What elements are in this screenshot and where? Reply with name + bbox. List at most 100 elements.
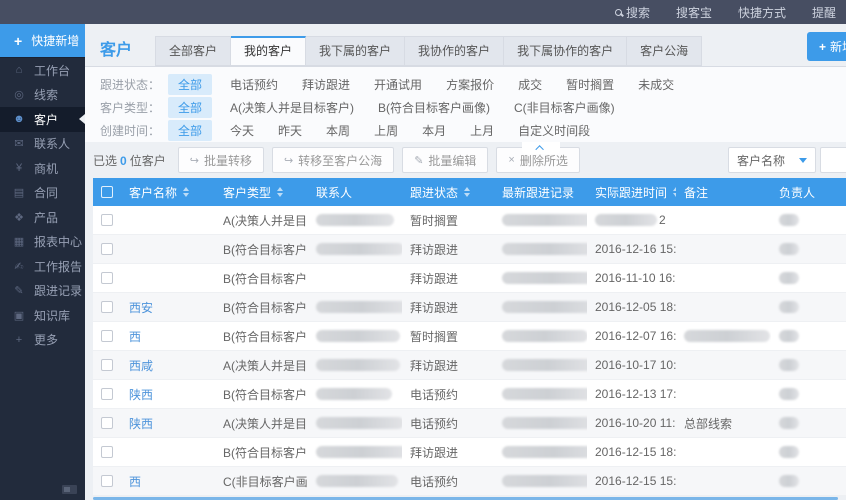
cell-owner: [771, 351, 846, 379]
cell-followup-time: 2016-12-16 15:56: [595, 242, 676, 256]
tab-subordinate-collaborating-customers[interactable]: 我下属协作的客户: [504, 36, 628, 66]
sidebar-item-more[interactable]: + 更多: [0, 328, 85, 353]
customer-name-link[interactable]: [129, 446, 207, 459]
search-input[interactable]: [820, 147, 846, 173]
filter-option[interactable]: 昨天: [278, 122, 302, 139]
topbar-item-search[interactable]: 搜索: [614, 4, 650, 21]
filter-option[interactable]: 上月: [470, 122, 494, 139]
row-checkbox[interactable]: [101, 417, 113, 429]
sort-icon[interactable]: [464, 187, 471, 197]
filter-option[interactable]: 暂时搁置: [566, 76, 614, 93]
filter-option[interactable]: 本周: [326, 122, 350, 139]
sidebar-item-contracts[interactable]: ▤ 合同: [0, 181, 85, 206]
cell-customer-type: B(符合目标客户...: [223, 445, 308, 460]
row-checkbox[interactable]: [101, 446, 113, 458]
cell-note: [676, 322, 771, 350]
row-checkbox[interactable]: [101, 301, 113, 313]
quick-add-button[interactable]: + 快捷新增: [0, 24, 85, 58]
row-checkbox[interactable]: [101, 359, 113, 371]
customer-name-link[interactable]: 西咸: [129, 357, 207, 374]
customer-name-link[interactable]: 陕西: [129, 386, 207, 403]
sidebar-item-knowledge-base[interactable]: ▣ 知识库: [0, 303, 85, 328]
customer-name-link[interactable]: [129, 272, 207, 285]
customer-name-link[interactable]: [129, 214, 207, 227]
filter-row-create-time: 创建时间： 全部 今天 昨天 本周 上周 本月 上月 自定义时间段: [100, 120, 846, 141]
new-customer-button[interactable]: +新增: [806, 32, 846, 61]
filter-option[interactable]: 拜访跟进: [302, 76, 350, 93]
filter-option[interactable]: 未成交: [638, 76, 674, 93]
filter-option[interactable]: 成交: [518, 76, 542, 93]
transfer-to-public-sea-button[interactable]: ↪ 转移至客户公海: [271, 147, 395, 173]
sidebar-item-leads[interactable]: ◎ 线索: [0, 83, 85, 108]
sidebar-item-workbench[interactable]: ⌂ 工作台: [0, 58, 85, 83]
column-label: 跟进状态: [410, 185, 459, 200]
row-checkbox[interactable]: [101, 272, 113, 284]
customer-name-link[interactable]: 西: [129, 473, 207, 490]
cell-followup-time: 2016-12-05 18:06: [595, 300, 676, 314]
column-header-customer-name[interactable]: 客户名称: [121, 178, 215, 206]
sidebar-item-followup-records[interactable]: ✎ 跟进记录: [0, 279, 85, 304]
row-checkbox[interactable]: [101, 475, 113, 487]
tab-customer-public-sea[interactable]: 客户公海: [627, 36, 703, 66]
sidebar-item-customers[interactable]: ☻ 客户: [0, 107, 85, 132]
customers-icon: ☻: [13, 113, 25, 126]
customer-name-link[interactable]: 陕西: [129, 415, 207, 432]
sort-up-arrow: [277, 187, 284, 191]
sidebar-item-products[interactable]: ❖ 产品: [0, 205, 85, 230]
tab-subordinate-customers[interactable]: 我下属的客户: [306, 36, 406, 66]
column-header-actual-followup-time[interactable]: 实际跟进时间: [587, 178, 676, 206]
column-header-select-all[interactable]: [93, 178, 121, 206]
customer-name-link[interactable]: 西: [129, 328, 203, 345]
sidebar: + 快捷新增 ⌂ 工作台 ◎ 线索 ☻ 客户 ✉ 联系人 ¥ 商机 ▤ 合同 ❖ 产品 ▦ 报表中心 ✍ 工作报告…: [0, 24, 85, 500]
sidebar-item-label: 更多: [34, 333, 59, 348]
filter-option[interactable]: 全部: [168, 74, 213, 95]
search-field-select[interactable]: 客户名称: [728, 147, 816, 173]
row-checkbox[interactable]: [101, 214, 113, 226]
filter-row-followup-status: 跟进状态： 全部 电话预约 拜访跟进 开通试用 方案报价 成交 暂时搁置 未成交: [100, 74, 846, 95]
cell-select: [93, 380, 121, 408]
sort-icon[interactable]: [183, 187, 190, 197]
filter-option[interactable]: 今天: [230, 122, 254, 139]
filter-option[interactable]: 全部: [168, 120, 213, 141]
sidebar-item-report-center[interactable]: ▦ 报表中心: [0, 230, 85, 255]
column-header-customer-type[interactable]: 客户类型: [215, 178, 308, 206]
cell-latest-record: ...: [494, 206, 587, 234]
select-all-checkbox[interactable]: [101, 186, 113, 198]
row-checkbox[interactable]: [101, 330, 113, 342]
tab-collaborating-customers[interactable]: 我协作的客户: [405, 36, 505, 66]
batch-edit-button[interactable]: ✎ 批量编辑: [402, 147, 489, 173]
redacted-owner: [779, 359, 799, 371]
row-checkbox[interactable]: [101, 388, 113, 400]
knowledge-icon: ▣: [13, 309, 25, 322]
sidebar-item-label: 合同: [34, 186, 59, 201]
customer-name-link[interactable]: [129, 243, 207, 256]
sidebar-item-contacts[interactable]: ✉ 联系人: [0, 132, 85, 157]
tab-all-customers[interactable]: 全部客户: [155, 36, 232, 66]
filter-option[interactable]: 本月: [422, 122, 446, 139]
filter-option[interactable]: 开通试用: [374, 76, 422, 93]
column-header-followup-status[interactable]: 跟进状态: [402, 178, 494, 206]
filter-option[interactable]: 自定义时间段: [518, 122, 590, 139]
redacted-note: [684, 330, 770, 342]
topbar-item-shortcut[interactable]: 快捷方式: [738, 4, 786, 21]
sort-down-arrow: [183, 193, 190, 197]
batch-transfer-button[interactable]: ↪ 批量转移: [177, 147, 264, 173]
sidebar-item-work-reports[interactable]: ✍ 工作报告: [0, 254, 85, 279]
sidebar-collapse-button[interactable]: [62, 485, 77, 494]
filter-option[interactable]: 全部: [168, 97, 213, 118]
filter-option[interactable]: B(符合目标客户画像): [378, 99, 490, 116]
tab-my-customers[interactable]: 我的客户: [231, 36, 307, 66]
filter-option[interactable]: 方案报价: [446, 76, 494, 93]
filter-option[interactable]: A(决策人并是目标客户): [230, 99, 354, 116]
filter-option[interactable]: C(非目标客户画像): [514, 99, 615, 116]
sort-icon[interactable]: [277, 187, 284, 197]
sidebar-item-opportunities[interactable]: ¥ 商机: [0, 156, 85, 181]
filter-collapse-button[interactable]: [522, 142, 560, 154]
filter-option[interactable]: 上周: [374, 122, 398, 139]
customer-name-link[interactable]: 西安: [129, 299, 207, 316]
topbar-item-reminder[interactable]: 提醒: [812, 4, 836, 21]
filter-option[interactable]: 电话预约: [230, 76, 278, 93]
topbar-item-soukebao[interactable]: 搜客宝: [676, 4, 712, 21]
row-checkbox[interactable]: [101, 243, 113, 255]
column-header-note: 备注: [676, 178, 771, 206]
